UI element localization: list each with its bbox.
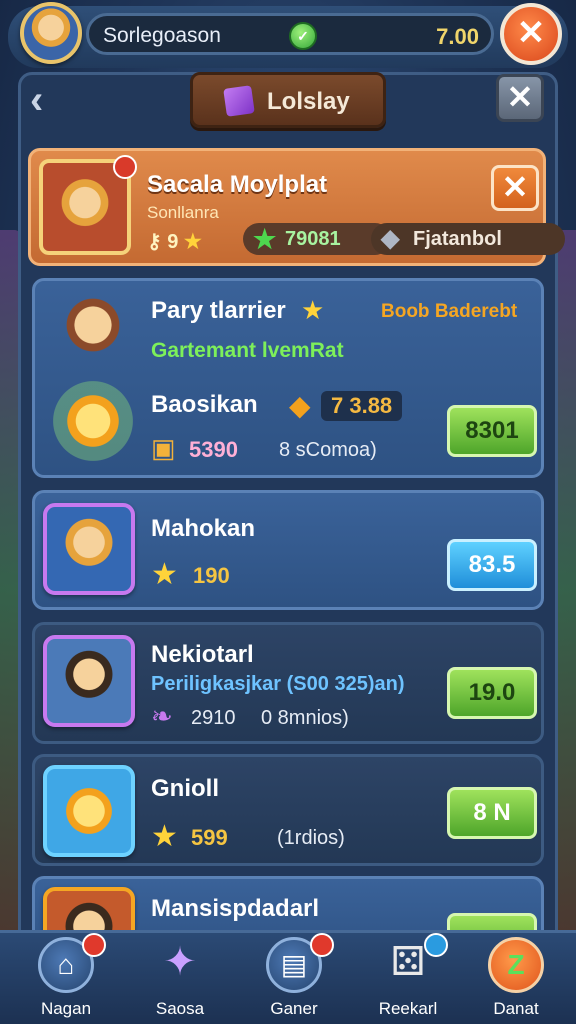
- buy-button[interactable]: 83.5: [447, 539, 537, 591]
- nav-label: Reekarl: [378, 999, 438, 1018]
- featured-close-icon[interactable]: ✕: [491, 165, 539, 211]
- nav-label: Saosa: [155, 999, 205, 1018]
- list-item[interactable]: Mahokan ★ 190 83.5: [32, 490, 544, 610]
- nav-stars[interactable]: ✦ Saosa: [126, 933, 234, 1024]
- item-note: (1rdios): [277, 827, 345, 849]
- notification-badge: [310, 933, 334, 957]
- star-icon: ★: [151, 820, 178, 853]
- item-note: 8 sComoa): [279, 439, 377, 461]
- key-icon: ⚷: [147, 231, 162, 253]
- star-icon: ★: [151, 558, 178, 591]
- item-name: Mahokan: [151, 515, 256, 542]
- featured-resource: Fjatanbol: [413, 228, 502, 250]
- featured-title: Sacala Moylplat: [147, 171, 328, 198]
- stars-icon: ✦: [163, 940, 197, 984]
- featured-level: ⚷ 9 ★: [147, 229, 202, 254]
- item-subtitle: Periligkasjkar (S00 325)an): [151, 673, 405, 695]
- buy-button[interactable]: 8 N: [447, 787, 537, 839]
- nav-label: Nagan: [40, 999, 92, 1018]
- featured-score-pill: ★ 79081: [243, 223, 391, 255]
- item-name: Gnioll: [151, 775, 219, 802]
- item-name: Mansispdadarl: [151, 895, 320, 922]
- nav-label: Danat: [493, 999, 539, 1018]
- star-icon: ★: [301, 295, 325, 325]
- reward-name: Baosikan: [151, 391, 258, 418]
- featured-offer-card[interactable]: Sacala Moylplat Sonllanra ⚷ 9 ★ ★ 79081 …: [28, 148, 565, 266]
- list-item[interactable]: Pary tlarrier ★ Boob Baderebt Gartemant …: [32, 278, 544, 478]
- player-info-bar: Sorlegoason ✓ 7.00: [86, 13, 494, 55]
- notification-badge: [82, 933, 106, 957]
- panel-title-button[interactable]: Lolslay: [190, 72, 386, 128]
- item-subtitle: Gartemant lvemRat: [151, 339, 344, 362]
- reward-value: 7 3.88: [321, 391, 403, 421]
- list-item[interactable]: Nekiotarl Periligkasjkar (S00 325)an) ❧ …: [32, 622, 544, 744]
- nav-dice[interactable]: ⚄ Reekarl: [354, 933, 462, 1024]
- gem-cube-icon: [223, 85, 255, 117]
- featured-score: 79081: [285, 228, 341, 250]
- buy-button[interactable]: 8301: [447, 405, 537, 457]
- item-stat: 5390: [189, 437, 238, 462]
- item-name: Pary tlarrier: [151, 297, 286, 324]
- notification-badge: [113, 155, 137, 179]
- item-note: 0 8mnios): [261, 707, 349, 729]
- close-panel-icon[interactable]: ✕: [496, 74, 544, 122]
- nav-refresh[interactable]: Z Danat: [462, 933, 570, 1024]
- glowing-star-icon: [53, 381, 133, 461]
- currency-icon: ✓: [289, 22, 317, 50]
- item-stat: 2910: [191, 707, 236, 729]
- feather-icon: ❧: [151, 701, 173, 731]
- nav-label: Ganer: [270, 999, 318, 1018]
- back-arrow-icon[interactable]: ‹: [30, 78, 43, 123]
- nav-home[interactable]: ⌂ Nagan: [12, 933, 120, 1024]
- item-stat: 599: [191, 825, 228, 850]
- featured-level-value: 9: [167, 231, 179, 253]
- stone-icon: ◆: [381, 225, 400, 252]
- currency-value: 7.00: [436, 24, 479, 49]
- featured-resource-pill: ◆ Fjatanbol: [371, 223, 565, 255]
- chest-icon: ▣: [151, 433, 176, 463]
- player-name: Sorlegoason: [103, 24, 221, 47]
- close-icon[interactable]: ✕: [500, 3, 562, 65]
- star-icon: ★: [183, 231, 202, 253]
- featured-subtitle: Sonllanra: [147, 203, 219, 222]
- item-tag: Boob Baderebt: [381, 301, 518, 322]
- gem-icon: ◆: [289, 390, 311, 421]
- notification-badge: [424, 933, 448, 957]
- list-item[interactable]: Gnioll ★ 599 (1rdios) 8 N: [32, 754, 544, 866]
- buy-button[interactable]: 19.0: [447, 667, 537, 719]
- item-stat: 190: [193, 563, 230, 588]
- star-item-thumbnail: [43, 765, 135, 857]
- refresh-icon: Z: [488, 937, 544, 993]
- nav-game[interactable]: ▤ Ganer: [240, 933, 348, 1024]
- panel-title: Lolslay: [267, 88, 350, 115]
- bottom-navigation: ⌂ Nagan ✦ Saosa ▤ Ganer ⚄ Reekarl Z Dana…: [0, 930, 576, 1024]
- hero-portrait: [43, 503, 135, 595]
- green-star-icon: ★: [253, 224, 277, 254]
- item-name: Nekiotarl: [151, 641, 254, 668]
- hero-portrait: [45, 289, 141, 369]
- player-avatar[interactable]: [20, 2, 82, 64]
- hero-portrait: [43, 635, 135, 727]
